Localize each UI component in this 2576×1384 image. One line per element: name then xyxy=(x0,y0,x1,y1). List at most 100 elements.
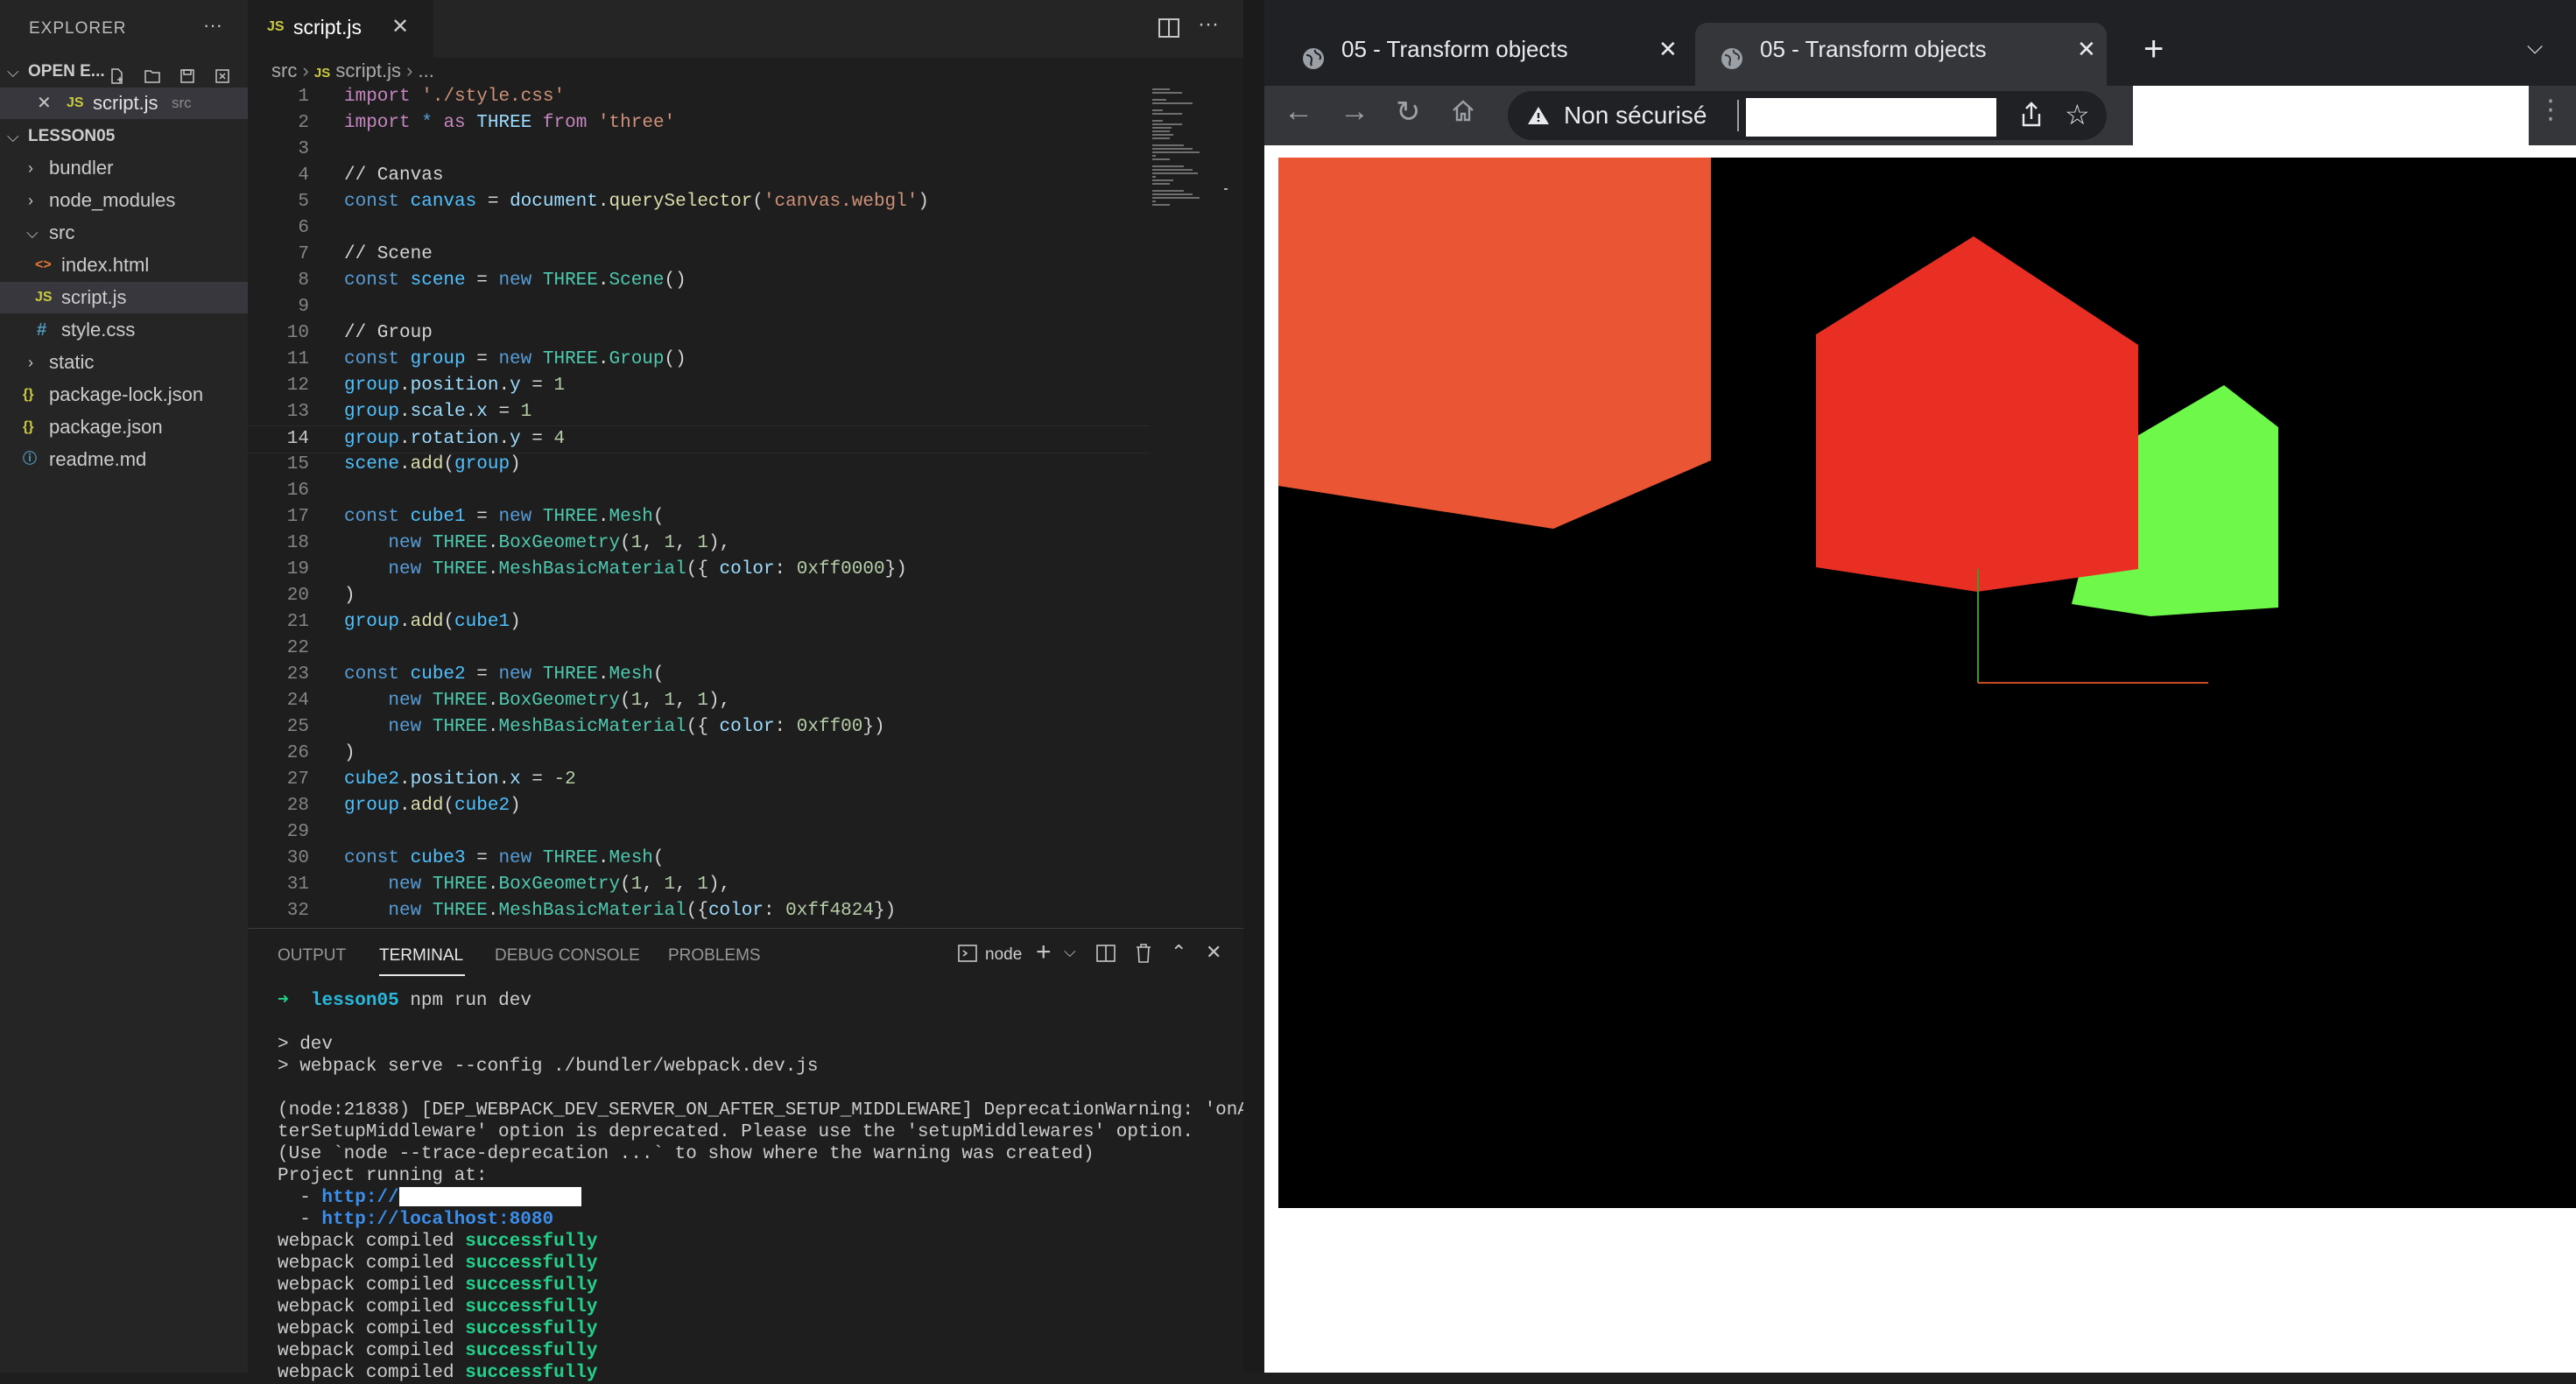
tree-item-bundler[interactable]: › bundler xyxy=(0,152,248,184)
tab-output[interactable]: OUTPUT xyxy=(278,946,346,966)
close-tab-icon[interactable]: ✕ xyxy=(2077,23,2096,75)
html-file-icon: <> xyxy=(35,257,52,272)
address-separator xyxy=(1737,100,1739,131)
reload-icon[interactable]: ↻ xyxy=(1396,95,1421,130)
project-header[interactable]: ⌵ LESSON05 xyxy=(0,121,248,152)
code-editor[interactable]: 1 import './style.css' 2 import * as THREE… xyxy=(248,84,1150,928)
tree-item-label: style.css xyxy=(61,319,136,341)
code-line: 16 xyxy=(248,478,1150,504)
terminal-line: (node:21838) [DEP_WEBPACK_DEV_SERVER_ON_… xyxy=(278,1100,1260,1121)
tab-debug-console[interactable]: DEBUG CONSOLE xyxy=(495,946,640,966)
breadcrumb-symbol[interactable]: ... xyxy=(419,60,434,81)
terminal-line: (Use `node --trace-deprecation ...` to s… xyxy=(278,1144,1094,1164)
json-file-icon: {} xyxy=(23,387,34,402)
browser-menu-icon[interactable]: ⋮ xyxy=(2537,95,2564,125)
line-number: 28 xyxy=(286,796,309,816)
code-text: group.add(cube2) xyxy=(344,796,521,816)
explorer-more-button[interactable]: ··· xyxy=(203,14,222,37)
close-panel-icon[interactable]: ✕ xyxy=(1206,941,1221,964)
line-number: 31 xyxy=(286,875,309,895)
new-terminal-icon[interactable]: + xyxy=(1036,938,1052,967)
tree-item-label: index.html xyxy=(61,254,150,276)
line-number: 2 xyxy=(298,113,309,133)
globe-icon xyxy=(1720,37,1744,89)
line-number: 20 xyxy=(286,586,309,606)
json-file-icon: {} xyxy=(23,419,34,434)
split-terminal-icon[interactable] xyxy=(1095,943,1116,968)
tree-item-readme-md[interactable]: ⓘ readme.md xyxy=(0,444,248,475)
browser-toolbar: ← → ↻ Non sécurisé ☆ ⋮ xyxy=(1264,86,2576,145)
line-number: 1 xyxy=(298,87,309,107)
back-icon[interactable]: ← xyxy=(1284,95,1313,129)
browser-tab-title: 05 - Transform objects xyxy=(1760,36,1987,62)
editor-tab-script-js[interactable]: JS script.js ✕ xyxy=(248,0,433,58)
tree-item-index-html[interactable]: <> index.html xyxy=(0,249,248,281)
terminal-line: webpack compiled successfully xyxy=(278,1232,598,1252)
webgl-canvas[interactable] xyxy=(1278,158,2576,1208)
js-file-icon: JS xyxy=(313,66,331,81)
tree-item-src[interactable]: ⌵ src xyxy=(0,217,248,249)
maximize-panel-icon[interactable]: ⌃ xyxy=(1171,941,1186,964)
terminal-output[interactable]: ➜ lesson05 npm run dev > dev > webpack s… xyxy=(278,990,1260,1384)
bookmark-star-icon[interactable]: ☆ xyxy=(2065,98,2090,131)
address-bar[interactable]: Non sécurisé ☆ xyxy=(1508,91,2107,140)
split-editor-icon[interactable] xyxy=(1158,18,1180,43)
browser-tab-1[interactable]: 05 - Transform objects ✕ xyxy=(1277,23,1688,75)
close-icon[interactable]: ✕ xyxy=(37,88,52,119)
close-tab-icon[interactable]: ✕ xyxy=(1658,23,1678,75)
open-editors-label: OPEN E... xyxy=(28,62,105,81)
chevron-down-icon[interactable]: ⌵ xyxy=(1064,943,1076,961)
tree-item-script-js[interactable]: JS script.js xyxy=(0,282,248,313)
chevron-down-icon: ⌵ xyxy=(7,128,19,145)
security-label[interactable]: Non sécurisé xyxy=(1564,102,1707,130)
trash-icon[interactable] xyxy=(1134,943,1153,968)
tree-item-static[interactable]: › static xyxy=(0,347,248,378)
tree-item-node-modules[interactable]: › node_modules xyxy=(0,185,248,216)
tab-terminal[interactable]: TERMINAL xyxy=(379,946,463,966)
open-editor-script-js[interactable]: ✕ JS script.js src xyxy=(0,88,248,119)
line-number: 22 xyxy=(286,638,309,658)
code-text: new THREE.MeshBasicMaterial({ color: 0xf… xyxy=(388,559,907,580)
terminal-line: > webpack serve --config ./bundler/webpa… xyxy=(278,1057,819,1077)
code-line: 19 new THREE.MeshBasicMaterial({ color: … xyxy=(248,557,1150,583)
terminal-shell-icon xyxy=(957,943,978,968)
code-line: 25 new THREE.MeshBasicMaterial({ color: … xyxy=(248,714,1150,741)
terminal-line: - http://localhost:8080 xyxy=(278,1210,554,1230)
home-icon[interactable] xyxy=(1450,98,1476,129)
tree-item-package-lock-json[interactable]: {} package-lock.json xyxy=(0,379,248,411)
chevron-right-icon: › xyxy=(302,60,314,81)
editor-more-icon[interactable]: ··· xyxy=(1198,12,1219,37)
code-text: group.add(cube1) xyxy=(344,612,521,632)
localhost-link[interactable]: http://localhost:8080 xyxy=(321,1210,553,1230)
code-text: scene.add(group) xyxy=(344,454,521,474)
redacted-box xyxy=(398,1187,581,1207)
breadcrumb-src[interactable]: src xyxy=(271,60,297,81)
tab-search-icon[interactable]: ⌵ xyxy=(2527,35,2543,60)
css-file-icon: # xyxy=(37,320,47,340)
code-line: 26) xyxy=(248,741,1150,767)
line-number: 25 xyxy=(286,717,309,737)
open-editors-header[interactable]: ⌵ OPEN E... xyxy=(0,56,248,88)
terminal-shell-name[interactable]: node xyxy=(985,945,1022,965)
new-tab-button[interactable]: + xyxy=(2143,25,2164,74)
tree-item-package-json[interactable]: {} package.json xyxy=(0,411,248,443)
code-line: 4 // Canvas xyxy=(248,163,1150,189)
code-line: 31 new THREE.BoxGeometry(1, 1, 1), xyxy=(248,872,1150,898)
line-number: 21 xyxy=(286,612,309,632)
line-number: 3 xyxy=(298,139,309,159)
tab-problems[interactable]: PROBLEMS xyxy=(668,946,761,966)
forward-icon[interactable]: → xyxy=(1340,95,1369,129)
code-line: 3 xyxy=(248,137,1150,163)
breadcrumb-file[interactable]: script.js xyxy=(335,60,401,81)
cube-orange xyxy=(1278,158,1711,529)
close-tab-icon[interactable]: ✕ xyxy=(391,14,409,39)
chevron-down-icon: ⌵ xyxy=(26,224,39,242)
line-number: 10 xyxy=(286,323,309,343)
code-line: 9 xyxy=(248,294,1150,320)
share-icon[interactable] xyxy=(2019,102,2044,132)
tree-item-style-css[interactable]: # style.css xyxy=(0,314,248,346)
minimap[interactable] xyxy=(1149,84,1228,224)
code-text: ) xyxy=(344,743,355,763)
explorer-title: EXPLORER xyxy=(29,19,127,38)
